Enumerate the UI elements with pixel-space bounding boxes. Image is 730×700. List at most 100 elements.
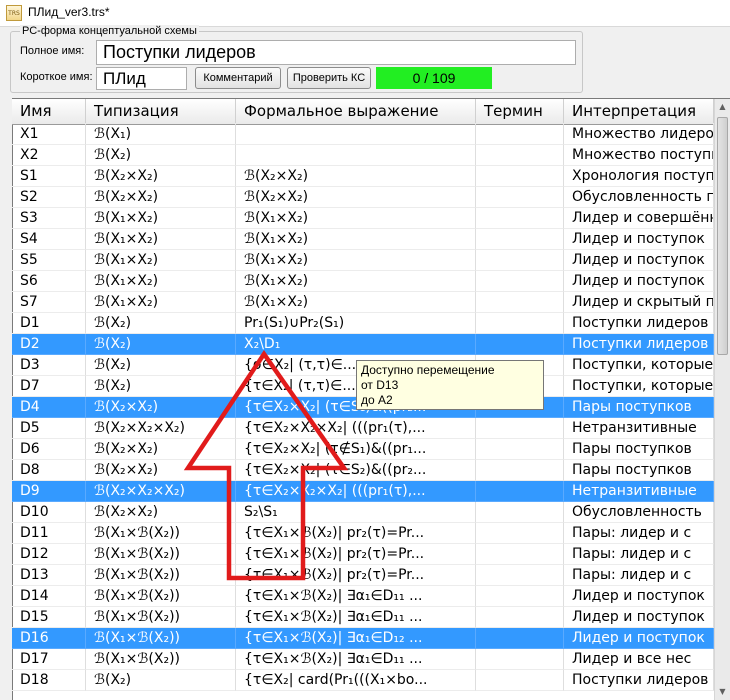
cell-name[interactable]: D18 [12, 670, 86, 691]
cell-term[interactable] [476, 439, 564, 460]
cell-interpretation[interactable]: Поступки, которые [564, 355, 714, 376]
cell-typification[interactable]: ℬ(X₂×X₂) [86, 166, 236, 187]
cell-name[interactable]: D14 [12, 586, 86, 607]
cell-expression[interactable] [236, 145, 476, 166]
cell-term[interactable] [476, 292, 564, 313]
cell-typification[interactable]: ℬ(X₁×ℬ(X₂)) [86, 565, 236, 586]
cell-interpretation[interactable]: Нетранзитивные [564, 481, 714, 502]
cell-interpretation[interactable]: Лидер и поступок [564, 229, 714, 250]
cell-typification[interactable]: ℬ(X₂×X₂) [86, 502, 236, 523]
scroll-down-icon[interactable]: ▼ [715, 684, 730, 700]
scroll-up-icon[interactable]: ▲ [715, 99, 730, 115]
cell-expression[interactable]: {τ∈X₁×ℬ(X₂)| pr₂(τ)=Pr... [236, 523, 476, 544]
cell-typification[interactable]: ℬ(X₂×X₂×X₂) [86, 418, 236, 439]
cell-term[interactable] [476, 418, 564, 439]
table-row[interactable]: D9 ℬ(X₂×X₂×X₂) {τ∈X₂×X₂×X₂| (((pr₁(τ),... Н… [12, 481, 714, 502]
table-row[interactable]: D2 ℬ(X₂) X₂\D₁ Поступки лидеров [12, 334, 714, 355]
cell-name[interactable]: S6 [12, 271, 86, 292]
cell-interpretation[interactable]: Пары поступков [564, 439, 714, 460]
cell-name[interactable]: D4 [12, 397, 86, 418]
cell-typification[interactable]: ℬ(X₂) [86, 145, 236, 166]
table-row[interactable]: S6 ℬ(X₁×X₂) ℬ(X₁×X₂) Лидер и поступок [12, 271, 714, 292]
cell-name[interactable]: D8 [12, 460, 86, 481]
table-row[interactable]: S5 ℬ(X₁×X₂) ℬ(X₁×X₂) Лидер и поступок [12, 250, 714, 271]
table-row[interactable]: X2ℬ(X₂) Множество поступков [12, 145, 714, 166]
cell-expression[interactable]: Pr₁(S₁)∪Pr₂(S₁) [236, 313, 476, 334]
cell-typification[interactable]: ℬ(X₁×X₂) [86, 229, 236, 250]
cell-term[interactable] [476, 628, 564, 649]
cell-expression[interactable]: {τ∈X₂×X₂×X₂| (((pr₁(τ),... [236, 481, 476, 502]
short-name-field[interactable]: ПЛид [96, 67, 187, 90]
cell-expression[interactable] [236, 124, 476, 145]
cell-name[interactable]: D13 [12, 565, 86, 586]
cell-interpretation[interactable]: Хронология поступков [564, 166, 714, 187]
scroll-thumb[interactable] [717, 117, 728, 355]
cell-name[interactable]: D17 [12, 649, 86, 670]
cell-term[interactable] [476, 544, 564, 565]
cell-term[interactable] [476, 586, 564, 607]
cell-name[interactable]: D16 [12, 628, 86, 649]
cell-expression[interactable]: {τ∈X₂| card(Pr₁(((X₁×bo... [236, 670, 476, 691]
cell-term[interactable] [476, 334, 564, 355]
cell-name[interactable]: X2 [12, 145, 86, 166]
cell-expression[interactable]: ℬ(X₁×X₂) [236, 292, 476, 313]
cell-interpretation[interactable]: Обусловленность [564, 502, 714, 523]
cell-interpretation[interactable]: Множество лидеров [564, 124, 714, 145]
cell-name[interactable]: S1 [12, 166, 86, 187]
table-row[interactable]: X1 ℬ(X₁) Множество лидеров [12, 124, 714, 145]
cell-term[interactable] [476, 481, 564, 502]
cell-expression[interactable]: {τ∈X₁×ℬ(X₂)| ∃α₁∈D₁₂ ... [236, 628, 476, 649]
cell-expression[interactable]: ℬ(X₂×X₂) [236, 166, 476, 187]
cell-typification[interactable]: ℬ(X₂) [86, 355, 236, 376]
cell-interpretation[interactable]: Поступки лидеров [564, 334, 714, 355]
cell-term[interactable] [476, 313, 564, 334]
table-row[interactable]: S2ℬ(X₂×X₂)ℬ(X₂×X₂)Обусловленность поступ… [12, 187, 714, 208]
cell-name[interactable]: S4 [12, 229, 86, 250]
cell-interpretation[interactable]: Пары поступков [564, 460, 714, 481]
cell-expression[interactable]: S₂\S₁ [236, 502, 476, 523]
cell-expression[interactable]: ℬ(X₁×X₂) [236, 271, 476, 292]
cell-typification[interactable]: ℬ(X₁×X₂) [86, 250, 236, 271]
cell-typification[interactable]: ℬ(X₁×ℬ(X₂)) [86, 628, 236, 649]
table-row[interactable]: D12 ℬ(X₁×ℬ(X₂)) {τ∈X₁×ℬ(X₂)| pr₂(τ)=Pr... П… [12, 544, 714, 565]
cell-interpretation[interactable]: Множество поступков [564, 145, 714, 166]
table-row[interactable]: S3ℬ(X₁×X₂)ℬ(X₁×X₂)Лидер и совершённый по… [12, 208, 714, 229]
cell-term[interactable] [476, 229, 564, 250]
cell-term[interactable] [476, 670, 564, 691]
cell-term[interactable] [476, 565, 564, 586]
cell-typification[interactable]: ℬ(X₁×ℬ(X₂)) [86, 523, 236, 544]
cell-interpretation[interactable]: Поступки лидеров [564, 670, 714, 691]
cell-typification[interactable]: ℬ(X₁×X₂) [86, 208, 236, 229]
cell-name[interactable]: D10 [12, 502, 86, 523]
cell-name[interactable]: D3 [12, 355, 86, 376]
cell-name[interactable]: D15 [12, 607, 86, 628]
vertical-scrollbar[interactable]: ▲ ▼ [714, 99, 730, 700]
cell-expression[interactable]: {τ∈X₂×X₂| (τ∈S₂)&((pr₂... [236, 460, 476, 481]
cell-typification[interactable]: ℬ(X₁) [86, 124, 236, 145]
full-name-field[interactable]: Поступки лидеров [96, 40, 576, 65]
cell-name[interactable]: X1 [12, 124, 86, 145]
cell-typification[interactable]: ℬ(X₂) [86, 334, 236, 355]
check-schema-button[interactable]: Проверить КС [287, 67, 371, 89]
column-header-interpretation[interactable]: Интерпретация [564, 99, 714, 123]
cell-expression[interactable]: {τ∈X₁×ℬ(X₂)| ∃α₁∈D₁₁ ... [236, 607, 476, 628]
cell-name[interactable]: S3 [12, 208, 86, 229]
table-row[interactable]: S4 ℬ(X₁×X₂) ℬ(X₁×X₂) Лидер и поступок [12, 229, 714, 250]
cell-typification[interactable]: ℬ(X₂×X₂) [86, 460, 236, 481]
cell-name[interactable]: S5 [12, 250, 86, 271]
table-row[interactable]: D14 ℬ(X₁×ℬ(X₂)) {τ∈X₁×ℬ(X₂)| ∃α₁∈D₁₁ ... Ли… [12, 586, 714, 607]
cell-name[interactable]: D5 [12, 418, 86, 439]
cell-term[interactable] [476, 460, 564, 481]
cell-interpretation[interactable]: Пары: лидер и с [564, 544, 714, 565]
table-row[interactable]: D13 ℬ(X₁×ℬ(X₂)) {τ∈X₁×ℬ(X₂)| pr₂(τ)=Pr... П… [12, 565, 714, 586]
cell-interpretation[interactable]: Лидер и поступок [564, 271, 714, 292]
table-row[interactable]: D15 ℬ(X₁×ℬ(X₂)) {τ∈X₁×ℬ(X₂)| ∃α₁∈D₁₁ ... Ли… [12, 607, 714, 628]
cell-typification[interactable]: ℬ(X₂×X₂) [86, 397, 236, 418]
cell-expression[interactable]: ℬ(X₁×X₂) [236, 229, 476, 250]
cell-term[interactable] [476, 607, 564, 628]
cell-typification[interactable]: ℬ(X₁×X₂) [86, 292, 236, 313]
cell-interpretation[interactable]: Нетранзитивные [564, 418, 714, 439]
comment-button[interactable]: Комментарий [195, 67, 281, 89]
cell-name[interactable]: S7 [12, 292, 86, 313]
table-row[interactable]: D10 ℬ(X₂×X₂) S₂\S₁ Обусловленность [12, 502, 714, 523]
